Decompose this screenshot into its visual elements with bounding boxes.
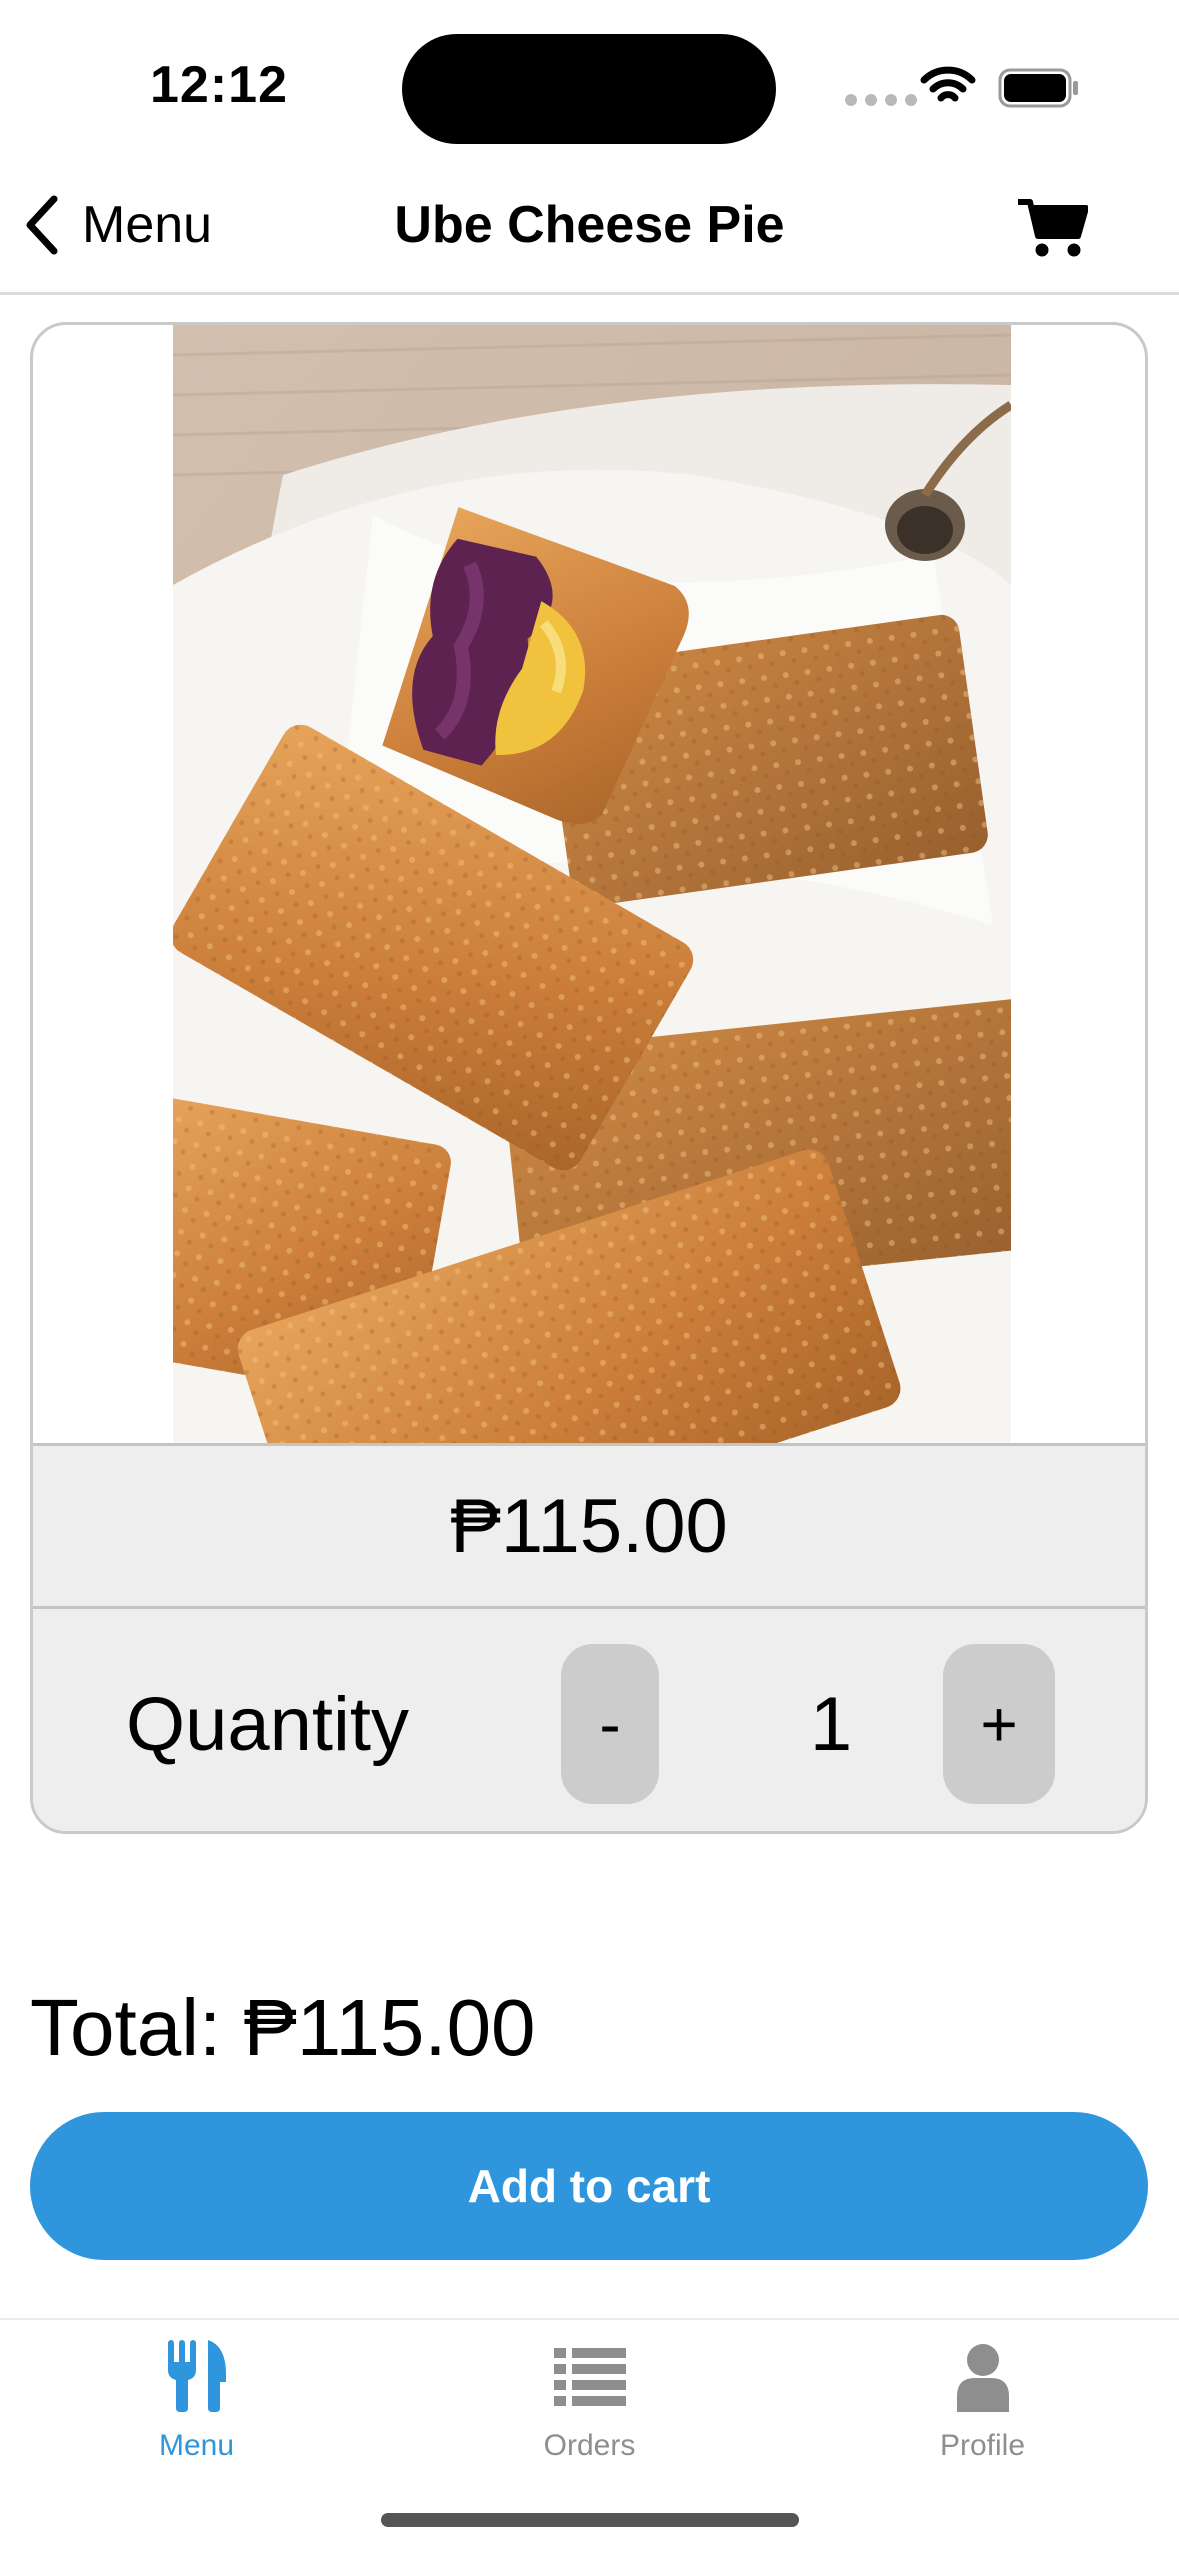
tab-profile-label: Profile xyxy=(939,2429,1026,2462)
increment-button[interactable]: + xyxy=(943,1644,1055,1804)
add-to-cart-button[interactable]: Add to cart xyxy=(30,2112,1148,2260)
chevron-left-icon xyxy=(26,195,58,255)
quantity-value: 1 xyxy=(809,1682,853,1767)
tab-orders-label: Orders xyxy=(543,2429,636,2462)
price-box: ₱115.00 xyxy=(33,1443,1145,1609)
back-button-label: Menu xyxy=(82,196,213,254)
home-indicator xyxy=(381,2513,799,2527)
tab-profile[interactable]: Profile xyxy=(786,2340,1179,2463)
tab-menu[interactable]: Menu xyxy=(0,2340,393,2463)
status-time: 12:12 xyxy=(150,56,288,114)
cart-icon[interactable] xyxy=(1016,196,1088,258)
tab-menu-label: Menu xyxy=(158,2429,235,2462)
back-button[interactable]: Menu xyxy=(22,195,212,255)
list-icon xyxy=(553,2348,626,2406)
person-icon xyxy=(956,2344,1009,2412)
tab-bar-divider xyxy=(0,2318,1179,2320)
nav-divider xyxy=(0,292,1179,295)
total-price: Total: ₱115.00 xyxy=(30,1983,536,2072)
cutlery-icon xyxy=(167,2340,226,2412)
cellular-signal-icon xyxy=(845,94,917,106)
quantity-label: Quantity xyxy=(126,1682,410,1767)
add-to-cart-label: Add to cart xyxy=(467,2160,711,2212)
price-value: ₱115.00 xyxy=(450,1483,728,1569)
decrement-button[interactable]: - xyxy=(561,1644,659,1804)
product-card: ₱115.00 Quantity - 1 + xyxy=(30,322,1148,1834)
product-image xyxy=(173,325,1011,1445)
battery-icon xyxy=(998,68,1078,108)
quantity-row: Quantity - 1 + xyxy=(33,1609,1145,1831)
tab-orders[interactable]: Orders xyxy=(393,2340,786,2463)
wifi-icon xyxy=(920,66,976,102)
dynamic-island xyxy=(402,34,776,144)
